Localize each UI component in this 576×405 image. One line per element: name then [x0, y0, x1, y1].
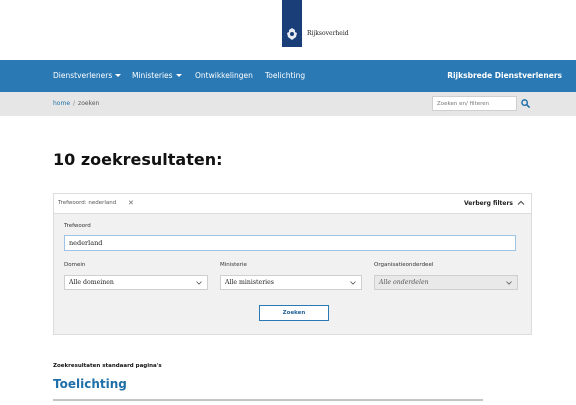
main-navigation: Dienstverleners Ministeries Ontwikkeling…: [0, 60, 576, 92]
caret-down-icon: [115, 74, 122, 77]
nav-item-label: Toelichting: [265, 71, 306, 80]
crest-icon: [287, 28, 297, 40]
trefwoord-label: Trefwoord: [64, 223, 91, 229]
zoeken-button[interactable]: Zoeken: [259, 305, 329, 321]
result-snippet: [53, 398, 513, 402]
breadcrumb: home / zoeken: [53, 100, 99, 107]
breadcrumb-separator: /: [73, 100, 76, 107]
chevron-up-icon[interactable]: [517, 199, 525, 207]
search-button[interactable]: [518, 96, 532, 111]
nav-item-dienstverleners[interactable]: Dienstverleners: [53, 71, 122, 80]
domein-selected-value: Alle domeinen: [69, 279, 114, 286]
trefwoord-field[interactable]: nederland: [64, 235, 516, 251]
hide-filters-button[interactable]: Verberg filters: [464, 200, 513, 207]
organisatie-label: Organisatieonderdeel: [374, 262, 434, 268]
nav-item-toelichting[interactable]: Toelichting: [265, 71, 305, 80]
filter-header: Trefwoord: nederland ✕ Verberg filters: [54, 194, 531, 214]
active-filter-tag: Trefwoord: nederland: [58, 200, 117, 206]
breadcrumb-bar: home / zoeken Zoeken en/ filteren: [0, 92, 576, 116]
breadcrumb-current: zoeken: [78, 100, 100, 107]
breadcrumb-home-link[interactable]: home: [53, 100, 70, 107]
result-title-link[interactable]: Toelichting: [53, 377, 127, 391]
chevron-down-icon: [196, 281, 202, 285]
ministerie-selected-value: Alle ministeries: [225, 279, 274, 286]
remove-filter-icon[interactable]: ✕: [128, 199, 134, 207]
chevron-down-icon: [350, 281, 356, 285]
nav-item-label: Dienstverleners: [53, 71, 113, 80]
page-title: 10 zoekresultaten:: [53, 150, 223, 169]
organisatie-selected-value: Alle onderdelen: [379, 279, 429, 286]
nav-item-label: Ministeries: [132, 71, 173, 80]
site-header: Rijksoverheid: [0, 0, 576, 60]
logo-wordmark: Rijksoverheid: [307, 30, 349, 37]
caret-down-icon: [175, 74, 182, 77]
nav-item-rijksbrede[interactable]: Rijksbrede Dienstverleners: [447, 71, 562, 80]
filter-panel: Trefwoord: nederland ✕ Verberg filters T…: [53, 193, 532, 335]
organisatie-select[interactable]: Alle onderdelen: [374, 275, 518, 290]
nav-item-ministeries[interactable]: Ministeries: [132, 71, 182, 80]
search-input[interactable]: Zoeken en/ filteren: [432, 96, 517, 111]
ministerie-select[interactable]: Alle ministeries: [220, 275, 362, 290]
logo-emblem[interactable]: [282, 0, 302, 47]
chevron-down-icon: [506, 281, 512, 285]
nav-item-label: Ontwikkelingen: [195, 71, 253, 80]
nav-item-ontwikkelingen[interactable]: Ontwikkelingen: [195, 71, 253, 80]
domein-label: Domein: [64, 262, 86, 268]
results-section-label: Zoekresultaten standaard pagina's: [53, 363, 162, 369]
search-icon: [520, 99, 530, 108]
snippet-text-placeholder: [53, 399, 483, 401]
domein-select[interactable]: Alle domeinen: [64, 275, 208, 290]
ministerie-label: Ministerie: [220, 262, 247, 268]
